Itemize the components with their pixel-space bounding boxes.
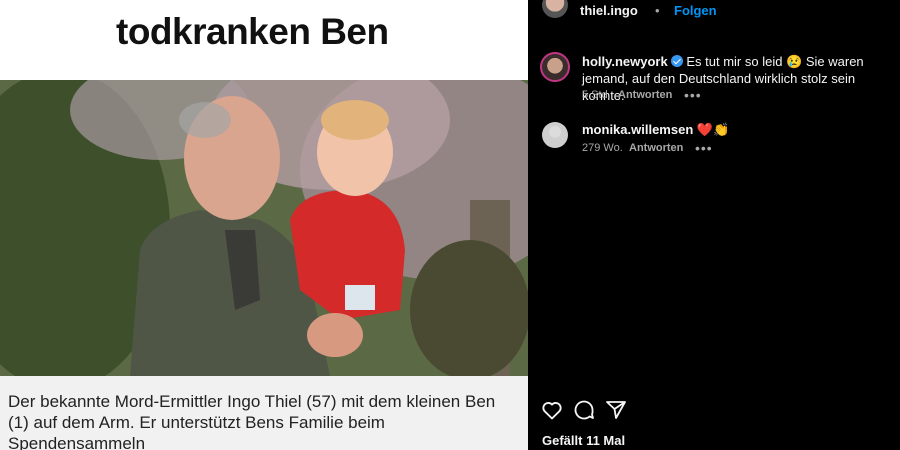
commenter-avatar[interactable] — [540, 52, 570, 82]
comment-username[interactable]: holly.newyork — [582, 54, 668, 69]
commenter-avatar[interactable] — [542, 122, 568, 148]
photo — [0, 80, 528, 376]
comment-time: 5 Std. — [582, 89, 611, 101]
comment-body: monika.willemsen ❤️👏 — [582, 121, 898, 138]
comment-text: ❤️👏 — [696, 122, 730, 137]
likes-count[interactable]: Gefällt 11 Mal — [542, 433, 625, 448]
author-username[interactable]: thiel.ingo — [580, 3, 638, 18]
headline-text: todkranken Ben — [116, 11, 389, 52]
author-avatar[interactable] — [542, 0, 568, 18]
reply-button[interactable]: Antworten — [629, 142, 683, 154]
post-header: thiel.ingo • Folgen — [528, 0, 900, 22]
heart-icon[interactable] — [540, 398, 564, 422]
comments-panel: thiel.ingo • Folgen holly.newyork Es tut… — [528, 0, 900, 450]
comment-more-icon[interactable]: ••• — [684, 87, 702, 103]
headline-area: todkranken Ben — [0, 0, 528, 80]
share-icon[interactable] — [604, 398, 628, 422]
caption-box: Der bekannte Mord-Ermittler Ingo Thiel (… — [0, 376, 528, 450]
verified-badge-icon — [670, 55, 683, 67]
follow-button[interactable]: Folgen — [674, 3, 717, 18]
reply-button[interactable]: Antworten — [618, 89, 672, 101]
header-separator: • — [655, 3, 660, 18]
post-image[interactable]: todkranken Ben Der bekannte Mord-Ermittl… — [0, 0, 528, 450]
comment-more-icon[interactable]: ••• — [695, 140, 713, 156]
instagram-post-view: todkranken Ben Der bekannte Mord-Ermittl… — [0, 0, 900, 450]
comment-time: 279 Wo. — [582, 142, 623, 154]
photo-illustration — [0, 80, 528, 376]
comment-icon[interactable] — [572, 398, 596, 422]
caption-text: Der bekannte Mord-Ermittler Ingo Thiel (… — [8, 392, 496, 450]
comment-username[interactable]: monika.willemsen — [582, 122, 693, 137]
